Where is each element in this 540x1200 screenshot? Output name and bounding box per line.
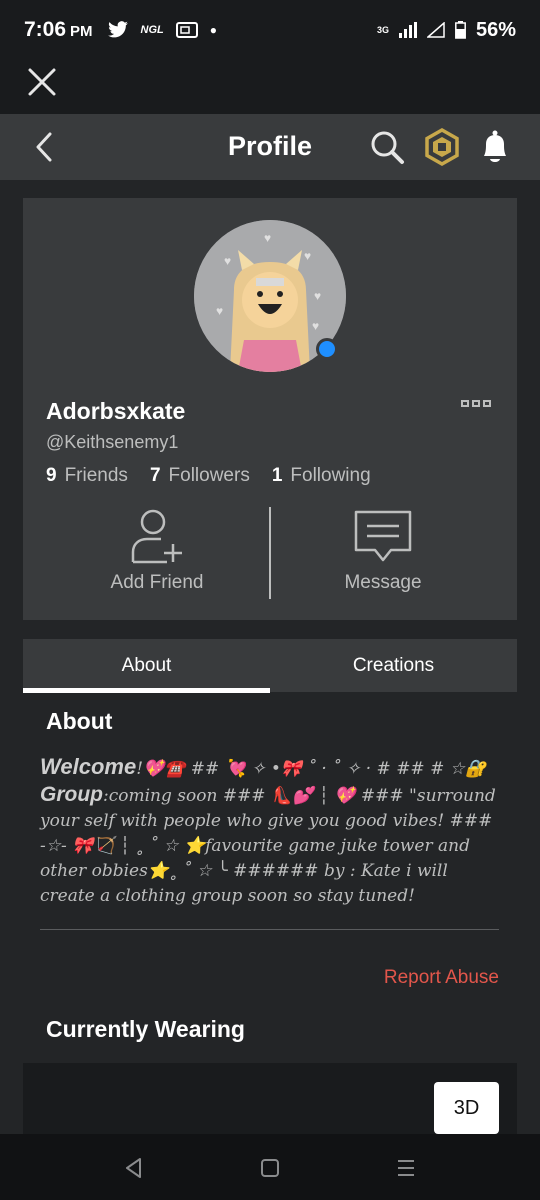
- online-presence-indicator: [316, 338, 338, 360]
- report-abuse-link[interactable]: Report Abuse: [384, 967, 499, 989]
- status-time: 7:06 PM: [24, 18, 93, 41]
- profile-tabs: About Creations: [23, 639, 517, 693]
- display-name: Adorbsxkate: [46, 398, 186, 424]
- add-friend-button[interactable]: Add Friend: [57, 508, 257, 600]
- svg-text:♥: ♥: [304, 249, 311, 263]
- svg-text:♥: ♥: [314, 289, 321, 303]
- status-notification-icons: NGL ●: [107, 21, 217, 39]
- search-icon[interactable]: [368, 128, 406, 166]
- status-system-icons: 3G 56%: [377, 19, 516, 42]
- svg-text:♥: ♥: [264, 231, 271, 245]
- add-friend-label: Add Friend: [110, 572, 204, 593]
- status-bar: 7:06 PM NGL ● 3G 56%: [0, 0, 540, 60]
- about-group: Group: [40, 783, 103, 806]
- system-navigation-bar: [0, 1134, 540, 1200]
- about-group-rest: :coming soon ### 👠💕: [103, 786, 314, 806]
- friends-stat[interactable]: 9 Friends: [46, 465, 128, 487]
- close-icon[interactable]: [26, 66, 58, 98]
- about-divider: [40, 929, 499, 930]
- svg-text:♥: ♥: [224, 254, 231, 268]
- home-square-icon[interactable]: [258, 1156, 282, 1180]
- network-type-label: 3G: [376, 24, 389, 35]
- more-options-icon[interactable]: [461, 400, 491, 414]
- top-navigation: Profile: [0, 114, 540, 180]
- svg-text:♥: ♥: [312, 319, 319, 333]
- bell-icon[interactable]: [476, 128, 514, 166]
- message-icon: [354, 510, 412, 562]
- screen-record-icon: [175, 22, 198, 38]
- about-welcome: Welcome: [40, 754, 137, 779]
- username: @Keithsenemy1: [46, 432, 179, 452]
- svg-text:♥: ♥: [216, 304, 223, 318]
- wifi-triangle-icon: [426, 22, 445, 38]
- about-heading: About: [46, 708, 113, 734]
- currently-wearing-heading: Currently Wearing: [46, 1016, 245, 1042]
- following-stat[interactable]: 1 Following: [272, 465, 371, 487]
- battery-icon: [455, 21, 466, 39]
- battery-percent: 56%: [475, 18, 516, 41]
- profile-card: ♥ ♥ ♥ ♥ ♥ ♥ Adorbsxkate @Keithsenemy1 9 Friend…: [23, 198, 517, 620]
- twitter-icon: [107, 21, 128, 38]
- about-description: Welcome!💖☎️ ## 💘 ✧ •🎀 ˚ · ˚ ✧ · # ## # ☆…: [40, 754, 500, 909]
- about-line-2: ## # ☆🔐: [396, 759, 487, 779]
- webview-close-bar: [0, 60, 540, 114]
- recents-menu-icon[interactable]: [394, 1156, 418, 1180]
- action-divider: [269, 507, 271, 599]
- social-stats: 9 Friends 7 Followers 1 Following: [46, 465, 371, 487]
- view-3d-button[interactable]: 3D: [434, 1082, 499, 1134]
- tab-about[interactable]: About: [23, 639, 270, 693]
- message-button[interactable]: Message: [283, 508, 483, 600]
- message-label: Message: [344, 572, 422, 593]
- robux-icon[interactable]: [423, 128, 461, 166]
- add-friend-icon: [131, 509, 182, 564]
- signal-icon: [398, 22, 417, 38]
- back-chevron-icon[interactable]: [30, 130, 58, 164]
- dot-icon: ●: [209, 23, 218, 37]
- tab-creations[interactable]: Creations: [270, 639, 517, 692]
- about-emoji-line: !💖☎️ ## 💘 ✧ •🎀 ˚ · ˚ ✧ · #: [136, 759, 391, 779]
- ngl-icon: NGL: [140, 24, 164, 36]
- followers-stat[interactable]: 7 Followers: [150, 465, 250, 487]
- back-triangle-icon[interactable]: [122, 1156, 146, 1180]
